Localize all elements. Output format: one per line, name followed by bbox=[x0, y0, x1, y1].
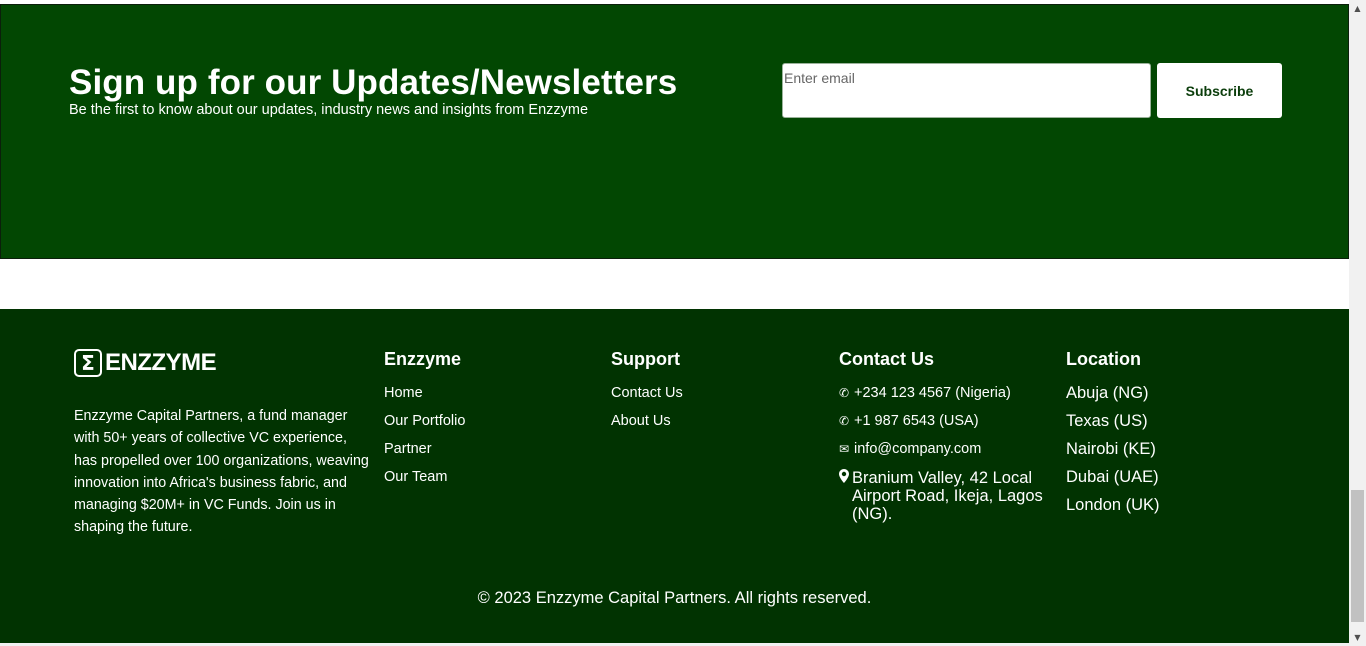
newsletter-subtitle: Be the first to know about our updates, … bbox=[69, 102, 589, 118]
footer-link-our-team[interactable]: Our Team bbox=[384, 469, 447, 485]
map-marker-svg bbox=[839, 469, 849, 483]
footer-link-partner[interactable]: Partner bbox=[384, 441, 432, 457]
brand-name: ENZZYME bbox=[105, 349, 217, 376]
footer-heading-enzzyme: Enzzyme bbox=[384, 349, 462, 369]
location-list: Abuja (NG) Texas (US) Nairobi (KE) Dubai… bbox=[1066, 385, 1160, 525]
contact-list: ✆ +234 123 4567 (Nigeria) ✆ +1 987 6543 … bbox=[839, 385, 1049, 523]
list-item: About Us bbox=[611, 413, 683, 441]
location-item: London (UK) bbox=[1066, 496, 1160, 514]
footer-heading-support: Support bbox=[611, 349, 680, 369]
email-input[interactable] bbox=[782, 63, 1151, 118]
phone-ng-text: +234 123 4567 (Nigeria) bbox=[854, 385, 1011, 401]
location-item: Nairobi (KE) bbox=[1066, 440, 1156, 458]
company-description: Enzzyme Capital Partners, a fund manager… bbox=[74, 408, 369, 536]
list-item: Partner bbox=[384, 441, 465, 469]
contact-phone-ng: ✆ +234 123 4567 (Nigeria) bbox=[839, 385, 1049, 413]
site-footer: Σ ENZZYME Enzzyme Capital Partners, a fu… bbox=[0, 309, 1349, 643]
subscribe-button[interactable]: Subscribe bbox=[1157, 63, 1282, 118]
list-item: Home bbox=[384, 385, 465, 413]
footer-link-our-portfolio[interactable]: Our Portfolio bbox=[384, 413, 465, 429]
location-item: Texas (US) bbox=[1066, 412, 1148, 430]
footer-column-support: Support Contact Us About Us bbox=[611, 349, 683, 441]
footer-column-contact: Contact Us ✆ +234 123 4567 (Nigeria) ✆ +… bbox=[839, 349, 1049, 523]
footer-link-about-us[interactable]: About Us bbox=[611, 413, 671, 429]
phone-icon: ✆ bbox=[839, 414, 850, 428]
scrollbar-thumb[interactable] bbox=[1351, 490, 1364, 622]
phone-icon: ✆ bbox=[839, 386, 850, 400]
scroll-up-arrow-icon[interactable]: ▲ bbox=[1349, 0, 1366, 17]
copyright-text: © 2023 Enzzyme Capital Partners. All rig… bbox=[477, 589, 872, 607]
newsletter-section: Sign up for our Updates/Newsletters Be t… bbox=[0, 4, 1349, 259]
map-marker-icon bbox=[839, 469, 852, 488]
scroll-down-arrow-icon[interactable]: ▼ bbox=[1349, 629, 1366, 646]
phone-us-text: +1 987 6543 (USA) bbox=[854, 413, 979, 429]
footer-links-enzzyme: Home Our Portfolio Partner Our Team bbox=[384, 385, 465, 497]
footer-link-home[interactable]: Home bbox=[384, 385, 423, 401]
footer-links-support: Contact Us About Us bbox=[611, 385, 683, 441]
footer-logo[interactable]: Σ ENZZYME bbox=[74, 349, 217, 377]
vertical-scrollbar[interactable]: ▲ ▼ bbox=[1349, 0, 1366, 646]
contact-phone-us: ✆ +1 987 6543 (USA) bbox=[839, 413, 1049, 441]
sigma-logo-icon: Σ bbox=[74, 349, 102, 377]
location-item: Abuja (NG) bbox=[1066, 384, 1149, 402]
footer-heading-location: Location bbox=[1066, 349, 1141, 369]
list-item: Our Portfolio bbox=[384, 413, 465, 441]
list-item: Contact Us bbox=[611, 385, 683, 413]
location-item: Dubai (UAE) bbox=[1066, 468, 1159, 486]
list-item: Our Team bbox=[384, 469, 465, 497]
footer-column-enzzyme: Enzzyme Home Our Portfolio Partner Our T… bbox=[384, 349, 465, 497]
footer-link-contact-us[interactable]: Contact Us bbox=[611, 385, 683, 401]
address-text: Branium Valley, 42 Local Airport Road, I… bbox=[852, 469, 1043, 523]
newsletter-title: Sign up for our Updates/Newsletters bbox=[69, 63, 678, 102]
footer-heading-contact: Contact Us bbox=[839, 349, 935, 369]
email-link[interactable]: info@company.com bbox=[854, 441, 981, 458]
footer-column-location: Location Abuja (NG) Texas (US) Nairobi (… bbox=[1066, 349, 1160, 525]
contact-address: Branium Valley, 42 Local Airport Road, I… bbox=[839, 469, 1049, 523]
envelope-icon: ✉ bbox=[839, 442, 850, 456]
contact-email: ✉ info@company.com bbox=[839, 441, 1049, 469]
page-viewport: Sign up for our Updates/Newsletters Be t… bbox=[0, 0, 1366, 646]
